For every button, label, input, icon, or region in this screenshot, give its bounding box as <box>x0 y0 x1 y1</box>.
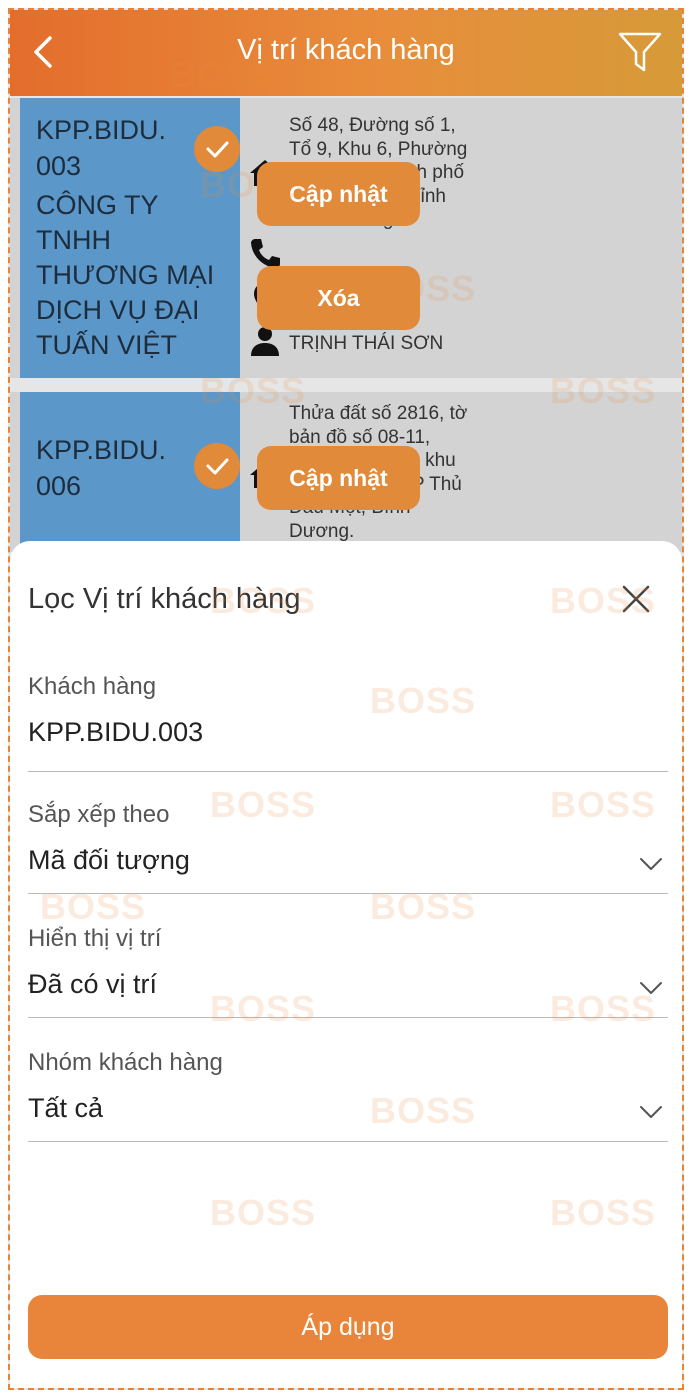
chevron-down-icon <box>640 1106 662 1118</box>
apply-button[interactable]: Áp dụng <box>28 1295 668 1359</box>
funnel-icon <box>618 32 662 72</box>
check-icon[interactable] <box>194 443 240 489</box>
app-screen: Vị trí khách hàng KPP.BIDU. 003 CÔNG TY … <box>8 8 684 1390</box>
select-value: Tất cả <box>28 1093 104 1123</box>
select-value: Đã có vị trí <box>28 969 158 999</box>
check-icon[interactable] <box>194 126 240 172</box>
contact-name: TRỊNH THÁI SƠN <box>289 333 444 354</box>
customer-group-select[interactable]: Nhóm khách hàng Tất cả <box>28 1049 668 1142</box>
customer-summary: KPP.BIDU. 003 CÔNG TY TNHH THƯƠNG MẠI DỊ… <box>20 98 240 378</box>
field-label: Hiển thị vị trí <box>28 925 162 952</box>
chevron-down-icon <box>640 858 662 870</box>
customer-summary: KPP.BIDU. 006 <box>20 392 240 552</box>
sort-by-select[interactable]: Sắp xếp theo Mã đối tượng <box>28 801 668 894</box>
chevron-down-icon <box>640 982 662 994</box>
close-button[interactable] <box>618 581 654 617</box>
field-label: Nhóm khách hàng <box>28 1049 223 1076</box>
phone-icon <box>251 239 280 268</box>
customer-field[interactable]: Khách hàng KPP.BIDU.003 <box>28 673 668 772</box>
field-label: Khách hàng <box>28 673 157 700</box>
filter-sheet: Lọc Vị trí khách hàng Khách hàng KPP.BID… <box>10 541 682 1388</box>
customer-card[interactable]: KPP.BIDU. 006 Thửa đất số 2816, tờ bản đ… <box>10 392 682 552</box>
customer-card[interactable]: KPP.BIDU. 003 CÔNG TY TNHH THƯƠNG MẠI DỊ… <box>10 98 682 378</box>
delete-button[interactable]: Xóa <box>257 266 420 330</box>
update-button[interactable]: Cập nhật <box>257 446 420 510</box>
customer-details: Số 48, Đường số 1, Tổ 9, Khu 6, Phường P… <box>242 98 682 378</box>
customer-code: KPP.BIDU. 006 <box>36 435 167 501</box>
top-bar: Vị trí khách hàng <box>10 10 682 96</box>
page-title: Vị trí khách hàng <box>237 34 455 66</box>
select-value: Mã đối tượng <box>28 845 190 875</box>
location-display-select[interactable]: Hiển thị vị trí Đã có vị trí <box>28 925 668 1018</box>
customer-code: KPP.BIDU. 003 <box>36 115 167 181</box>
field-label: Sắp xếp theo <box>28 801 170 828</box>
filter-button[interactable] <box>616 28 664 76</box>
customer-name: CÔNG TY TNHH THƯƠNG MẠI DỊCH VỤ ĐẠI TUẤN… <box>36 190 215 360</box>
customer-input[interactable]: KPP.BIDU.003 <box>28 717 203 748</box>
update-button[interactable]: Cập nhật <box>257 162 420 226</box>
sheet-title: Lọc Vị trí khách hàng <box>28 583 301 615</box>
close-icon <box>622 585 650 613</box>
